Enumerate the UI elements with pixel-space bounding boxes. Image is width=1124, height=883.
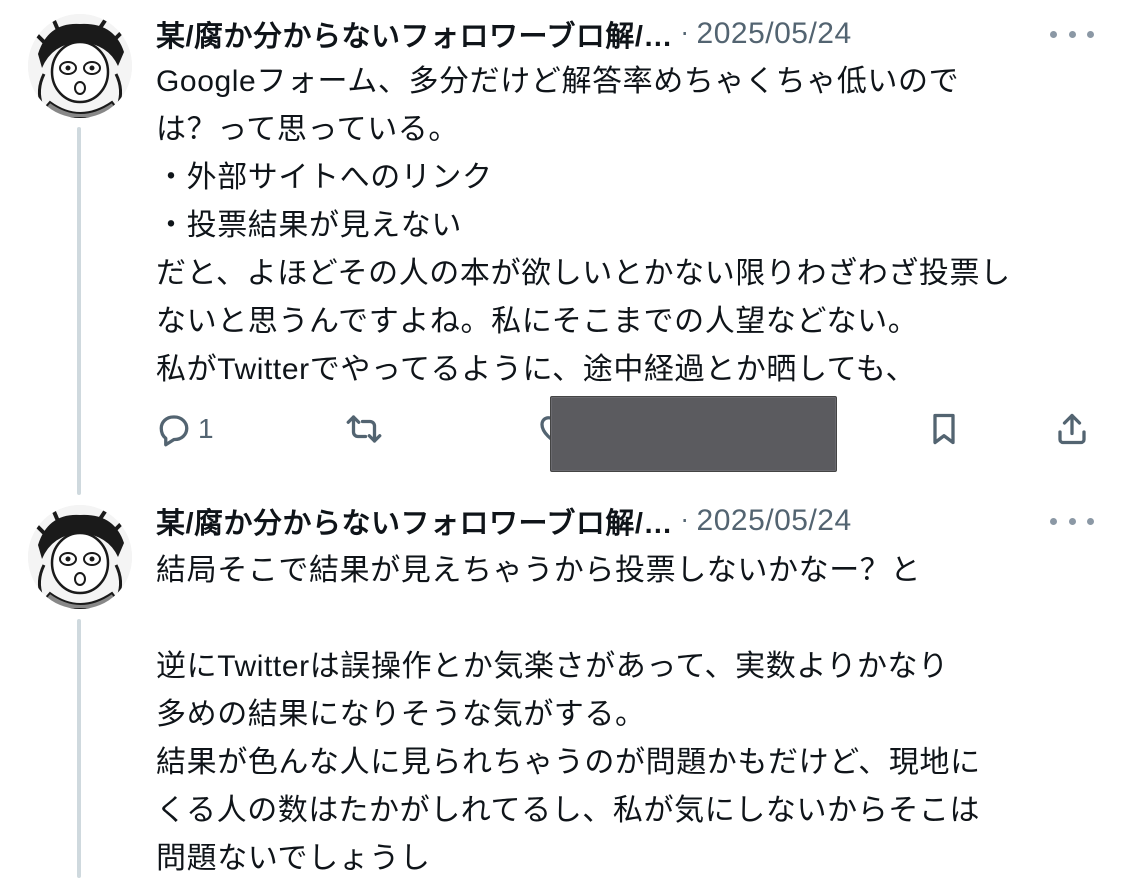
tweet[interactable]: 某/腐か分からないフォロワーブロ解/… · 2025/05/24 結局そこで結果… <box>0 495 1124 878</box>
tweet-text-line: 私がTwitterでやってるように、途中経過とか晒しても、 <box>156 353 917 386</box>
bookmark-icon <box>933 413 955 445</box>
thread-line <box>77 127 81 495</box>
tweet-text-line: Googleフォーム、多分だけど解答率めちゃくちゃ低いので <box>156 65 960 98</box>
separator-dot: · <box>680 20 689 48</box>
tweet-text-line: ・外部サイトへのリンク <box>156 161 493 194</box>
tweet[interactable]: 某/腐か分からないフォロワーブロ解/… · 2025/05/24 Googleフ… <box>0 0 1124 495</box>
tweet-text: 結局そこで結果が見えちゃうから投票しないかなー？と 逆にTwitterは誤操作と… <box>156 547 1104 883</box>
redaction-box <box>550 396 837 472</box>
tweet-text-line: ・投票結果が見えない <box>156 209 462 242</box>
share-icon <box>1058 413 1086 445</box>
tweet-date[interactable]: 2025/05/24 <box>697 504 852 538</box>
tweet-text-line: 逆にTwitterは誤操作とか気楽さがあって、実数よりかなり <box>156 650 949 683</box>
tweet-text-line: 多めの結果になりそうな気がする。 <box>156 698 646 731</box>
avatar[interactable] <box>28 505 132 609</box>
reply-icon <box>159 415 189 447</box>
more-horizontal-icon[interactable] <box>1050 24 1094 44</box>
tweet-header: 某/腐か分からないフォロワーブロ解/… · 2025/05/24 <box>156 499 1094 543</box>
bookmark-button[interactable] <box>926 404 962 454</box>
more-horizontal-icon[interactable] <box>1050 511 1094 531</box>
tweet-text-line <box>156 595 1104 643</box>
separator-dot: · <box>680 507 689 535</box>
tweet-text-line: は？って思っている。 <box>156 113 459 146</box>
author-name[interactable]: 某/腐か分からないフォロワーブロ解/… <box>156 13 673 55</box>
tweet-text-line: だと、よほどその人の本が欲しいとかない限りわざわざ投票し <box>156 257 1011 290</box>
tweet-text-line: 結局そこで結果が見えちゃうから投票しないかなー？と <box>156 554 921 587</box>
tweet-text: Googleフォーム、多分だけど解答率めちゃくちゃ低いので は？って思っている。… <box>156 58 1104 394</box>
tweet-date[interactable]: 2025/05/24 <box>697 17 852 51</box>
tweet-text-line: ないと思うんですよね。私にそこまでの人望などない。 <box>156 305 919 338</box>
author-name[interactable]: 某/腐か分からないフォロワーブロ解/… <box>156 500 673 542</box>
thread-line <box>77 619 81 878</box>
tweet-text-line: くる人の数はたかがしれてるし、私が気にしないからそこは <box>156 794 981 827</box>
reply-count: 1 <box>198 413 214 444</box>
tweet-header: 某/腐か分からないフォロワーブロ解/… · 2025/05/24 <box>156 12 1094 56</box>
avatar[interactable] <box>28 14 132 118</box>
avatar-illustration <box>28 505 132 609</box>
tweet-text-line: 結果が色んな人に見られちゃうのが問題かもだけど、現地に <box>156 746 981 779</box>
retweet-icon <box>346 415 382 443</box>
share-button[interactable] <box>1054 404 1090 454</box>
avatar-illustration <box>28 14 132 118</box>
retweet-button[interactable] <box>346 404 388 454</box>
tweet-text-line: 問題ないでしょうし <box>156 842 431 875</box>
reply-button[interactable]: 1 <box>156 404 214 454</box>
